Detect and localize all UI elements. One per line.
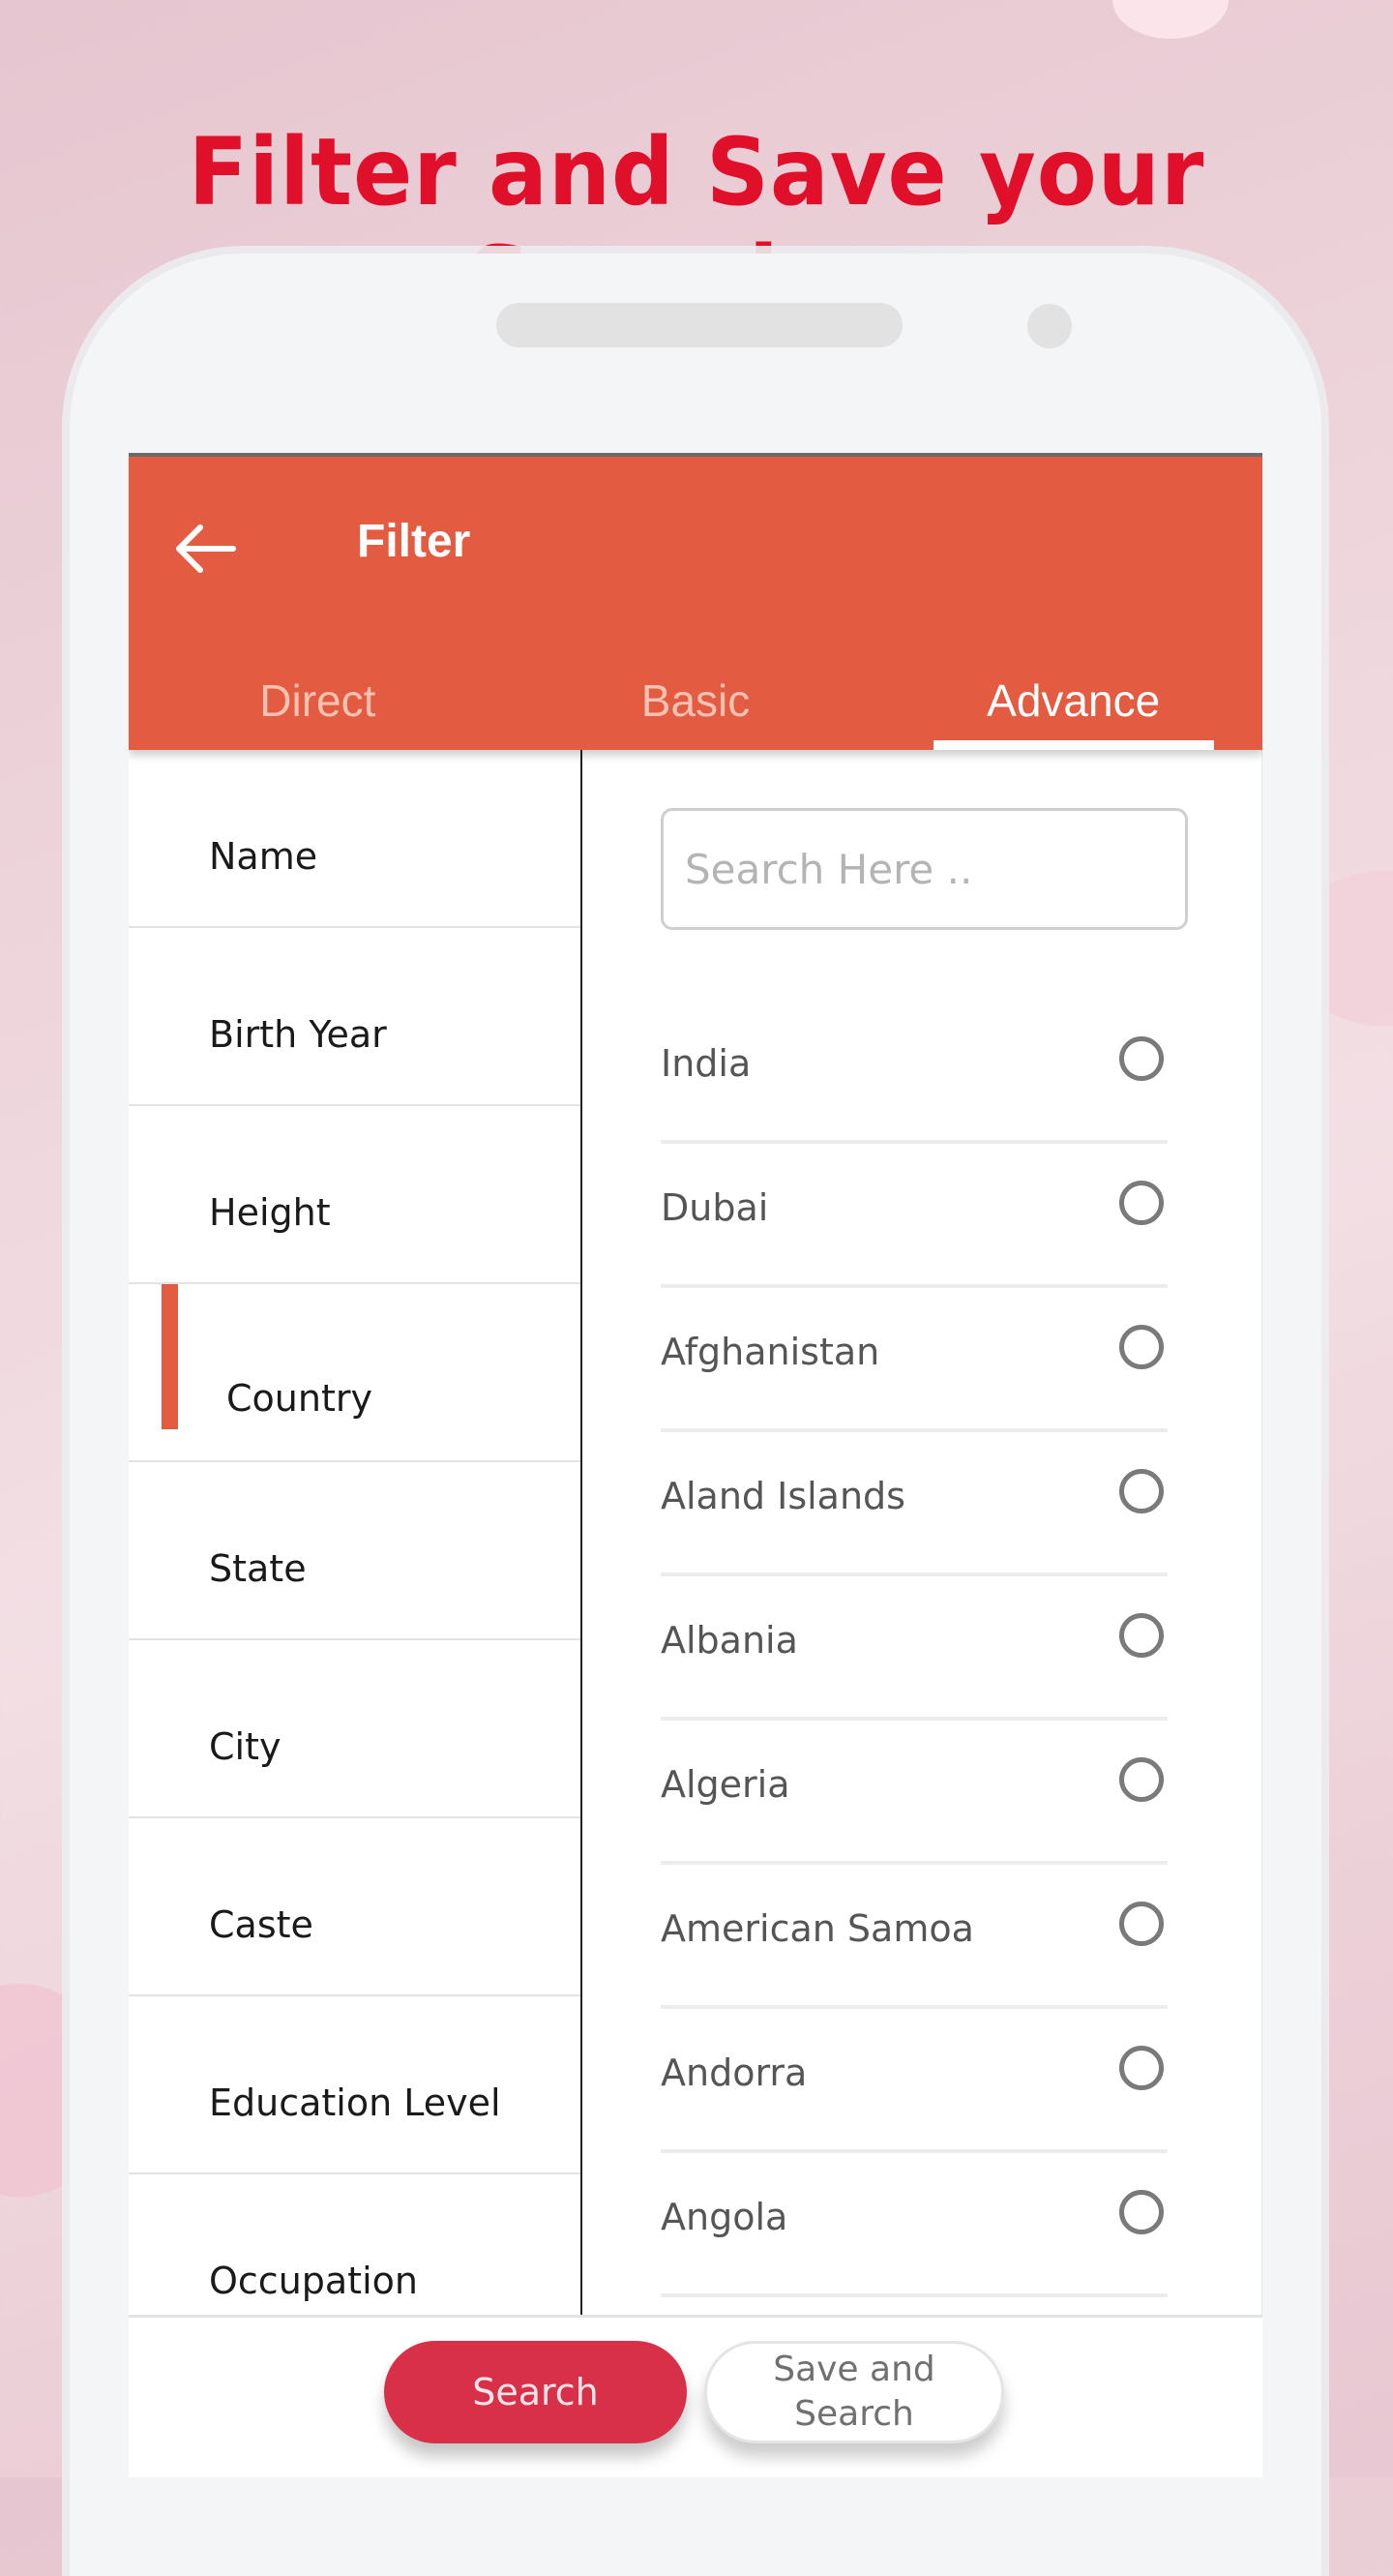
country-name: Angola <box>661 2196 788 2238</box>
radio-button-icon[interactable] <box>1119 1613 1164 1658</box>
radio-button-icon[interactable] <box>1119 1757 1164 1802</box>
filter-category-label: Caste <box>209 1903 313 1946</box>
country-option[interactable]: Dubai <box>661 1144 1168 1288</box>
country-name: Albania <box>661 1619 798 1662</box>
app-screen: Filter Direct Basic Advance Name Birth Year… <box>129 453 1262 2477</box>
radio-button-icon[interactable] <box>1119 1325 1164 1369</box>
phone-speaker <box>496 303 903 347</box>
country-option[interactable]: American Samoa <box>661 1865 1168 2009</box>
country-list[interactable]: India Dubai Afghanistan Aland Islands Albani… <box>661 1000 1168 2297</box>
country-name: American Samoa <box>661 1907 974 1950</box>
save-and-search-button[interactable]: Save and Search <box>704 2341 1004 2443</box>
filter-category-label: Country <box>226 1377 372 1420</box>
country-option[interactable]: Angola <box>661 2153 1168 2297</box>
country-name: Aland Islands <box>661 1475 905 1517</box>
tab-basic[interactable]: Basic <box>507 644 885 750</box>
filter-category-birth-year[interactable]: Birth Year <box>129 928 580 1106</box>
radio-button-icon[interactable] <box>1119 1902 1164 1946</box>
phone-camera <box>1027 304 1072 348</box>
app-bar: Filter Direct Basic Advance <box>129 453 1262 750</box>
country-name: Algeria <box>661 1763 790 1806</box>
active-category-indicator <box>162 1284 178 1429</box>
filter-options-panel: India Dubai Afghanistan Aland Islands Albani… <box>582 750 1262 2315</box>
filter-category-label: State <box>209 1547 307 1590</box>
filter-category-name[interactable]: Name <box>129 750 580 928</box>
radio-button-icon[interactable] <box>1119 1181 1164 1225</box>
save-and-search-label: Save and Search <box>773 2350 935 2434</box>
filter-category-label: Name <box>209 835 318 878</box>
filter-category-label: Occupation <box>209 2260 418 2302</box>
filter-category-label: City <box>209 1725 282 1768</box>
country-option[interactable]: Andorra <box>661 2009 1168 2153</box>
country-option[interactable]: Algeria <box>661 1721 1168 1865</box>
tab-label: Advance <box>987 675 1161 726</box>
tab-advance[interactable]: Advance <box>884 644 1262 750</box>
filter-category-height[interactable]: Height <box>129 1106 580 1284</box>
country-name: Dubai <box>661 1186 769 1229</box>
tab-direct[interactable]: Direct <box>129 644 507 750</box>
filter-category-state[interactable]: State <box>129 1462 580 1640</box>
country-option[interactable]: India <box>661 1000 1168 1144</box>
radio-button-icon[interactable] <box>1119 1469 1164 1513</box>
filter-category-city[interactable]: City <box>129 1640 580 1818</box>
filter-category-country[interactable]: Country <box>129 1284 580 1462</box>
tab-label: Basic <box>640 675 751 726</box>
country-option[interactable]: Albania <box>661 1576 1168 1721</box>
country-search-input[interactable] <box>661 808 1188 930</box>
action-bar: Search Save and Search <box>129 2315 1262 2477</box>
radio-button-icon[interactable] <box>1119 2190 1164 2234</box>
search-button[interactable]: Search <box>384 2341 687 2443</box>
country-name: India <box>661 1042 752 1085</box>
filter-category-label: Height <box>209 1191 331 1234</box>
tab-label: Direct <box>259 675 376 726</box>
country-option[interactable]: Afghanistan <box>661 1288 1168 1432</box>
filter-category-label: Education Level <box>209 2082 501 2124</box>
search-button-label: Search <box>472 2371 599 2413</box>
background-petal <box>1112 0 1229 39</box>
radio-button-icon[interactable] <box>1119 2046 1164 2090</box>
filter-category-education-level[interactable]: Education Level <box>129 1996 580 2174</box>
back-button[interactable] <box>172 517 240 584</box>
country-name: Afghanistan <box>661 1331 880 1373</box>
country-name: Andorra <box>661 2052 808 2094</box>
arrow-left-icon <box>175 524 237 578</box>
page-title: Filter <box>357 516 471 567</box>
radio-button-icon[interactable] <box>1119 1036 1164 1081</box>
filter-category-caste[interactable]: Caste <box>129 1818 580 1996</box>
filter-category-label: Birth Year <box>209 1013 387 1056</box>
filter-category-list[interactable]: Name Birth Year Height Country State City Cast… <box>129 750 582 2352</box>
country-option[interactable]: Aland Islands <box>661 1432 1168 1576</box>
filter-tabs: Direct Basic Advance <box>129 644 1262 750</box>
